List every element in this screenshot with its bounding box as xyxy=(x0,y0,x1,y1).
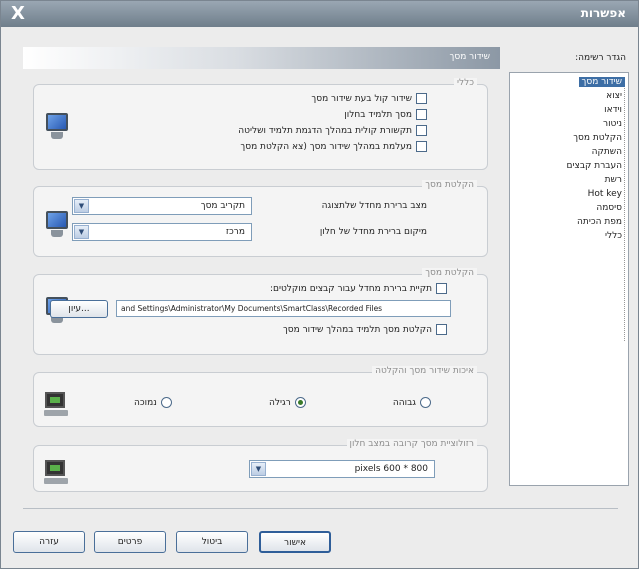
panel-title: שידור מסך xyxy=(449,52,490,62)
chevron-down-icon[interactable]: ▼ xyxy=(74,225,89,239)
radio-button[interactable] xyxy=(420,397,431,408)
title-bar: X אפשרות xyxy=(1,1,638,27)
tree-item-general[interactable]: כללי xyxy=(605,231,622,241)
option-record-student[interactable]: הקלטת מסך תלמיד במהלך שידור מסך xyxy=(283,324,447,337)
close-icon[interactable]: X xyxy=(7,3,29,25)
divider xyxy=(23,508,618,509)
radio-button[interactable] xyxy=(294,397,306,408)
tree-item-password[interactable]: סיסמה xyxy=(596,203,622,213)
tree-item-screen-record[interactable]: הקלטת מסך xyxy=(573,133,622,143)
checkbox[interactable] xyxy=(416,141,427,152)
checkbox[interactable] xyxy=(436,324,447,335)
window-position-label: מיקום ברירת מחדל של חלון xyxy=(319,227,427,237)
checkbox[interactable] xyxy=(416,109,427,120)
help-button[interactable]: עזרה xyxy=(13,531,85,553)
group-title-display: הקלטת מסך xyxy=(422,180,477,190)
tree-item-export[interactable]: יצוא xyxy=(606,91,622,101)
tree-item-mute[interactable]: השתקה xyxy=(592,147,622,157)
group-display: הקלטת מסך מצב ברירת מחדל שלתצוגה ▼ תקריב… xyxy=(33,180,488,257)
tree-item-monitor[interactable]: ניטור xyxy=(603,119,622,129)
option-record-broadcast[interactable]: מעלמת במהלך שידור מסך (צא הקלטת מסך xyxy=(240,141,427,154)
option-voice-demo[interactable]: תקשורת קולית במהלך הדגמת תלמיד ושליטה xyxy=(238,125,427,138)
tree-item-hot-key[interactable]: Hot key xyxy=(588,189,622,199)
details-button[interactable]: פרטים xyxy=(94,531,166,553)
tree-item-screen-broadcast[interactable]: שידור מסך xyxy=(578,77,625,87)
tree-item-video[interactable]: וידאו xyxy=(604,105,622,115)
cancel-button[interactable]: ביטול xyxy=(176,531,248,553)
record-path-field[interactable]: and Settings\Administrator\My Documents\… xyxy=(116,300,451,317)
group-title-recording: הקלטת מסך xyxy=(422,268,477,278)
chevron-down-icon[interactable]: ▼ xyxy=(251,462,266,476)
resolution-select[interactable]: ▼ pixels 600 * 800 xyxy=(249,460,435,478)
quality-normal-option[interactable]: רגילה xyxy=(269,397,306,408)
monitor-icon xyxy=(44,209,70,239)
computer-icon xyxy=(44,459,68,485)
tree-connector xyxy=(624,81,625,341)
display-mode-label: מצב ברירת מחדל שלתצוגה xyxy=(321,201,427,211)
ok-button[interactable]: אישור xyxy=(259,531,331,553)
checkbox[interactable] xyxy=(436,283,447,294)
option-default-folder[interactable]: תקיית ברירת מחדל עבור קבצים מוקלטים: xyxy=(270,283,447,296)
tree-item-file-transfer[interactable]: העברת קבצים xyxy=(567,161,623,171)
settings-panel: שידור מסך כללי שידור קול בעת שידור מסך מ… xyxy=(23,47,500,492)
quality-high-option[interactable]: גבוהה xyxy=(393,397,431,408)
group-title-general: כללי xyxy=(453,78,477,88)
checkbox[interactable] xyxy=(416,125,427,136)
group-title-quality: איכות שידור מסך והקלטה xyxy=(372,366,477,376)
computer-icon xyxy=(44,391,68,417)
group-recording: הקלטת מסך תקיית ברירת מחדל עבור קבצים מו… xyxy=(33,268,488,355)
group-title-resolution: רזולוציית מסך קרובה במצב חלון xyxy=(346,439,477,449)
checkbox[interactable] xyxy=(416,93,427,104)
quality-low-option[interactable]: נמוכה xyxy=(134,397,172,408)
panel-header: שידור מסך xyxy=(23,47,500,69)
chevron-down-icon[interactable]: ▼ xyxy=(74,199,89,213)
tree-label: הגדר רשימה: xyxy=(575,53,626,63)
options-dialog: X אפשרות הגדר רשימה: שידור מסך יצוא וידא… xyxy=(0,0,639,569)
radio-button[interactable] xyxy=(160,397,172,408)
option-student-window[interactable]: מסך תלמיד בחלון xyxy=(344,109,427,122)
tree-item-network[interactable]: רשת xyxy=(605,175,622,185)
option-audio-broadcast[interactable]: שידור קול בעת שידור מסך xyxy=(311,93,427,106)
window-title: אפשרות xyxy=(580,6,626,20)
settings-tree: שידור מסך יצוא וידאו ניטור הקלטת מסך השת… xyxy=(509,72,629,486)
group-quality: איכות שידור מסך והקלטה גבוהה רגילה נמוכה xyxy=(33,366,488,427)
group-general: כללי שידור קול בעת שידור מסך מסך תלמיד ב… xyxy=(33,78,488,170)
group-resolution: רזולוציית מסך קרובה במצב חלון ▼ pixels 6… xyxy=(33,439,488,492)
window-position-select[interactable]: ▼ מרכז xyxy=(72,223,252,241)
monitor-icon xyxy=(44,111,70,141)
display-mode-select[interactable]: ▼ תקריב מסך xyxy=(72,197,252,215)
tree-item-class-map[interactable]: מפת הכיתה xyxy=(577,217,622,227)
browse-button[interactable]: עיון... xyxy=(50,300,108,318)
